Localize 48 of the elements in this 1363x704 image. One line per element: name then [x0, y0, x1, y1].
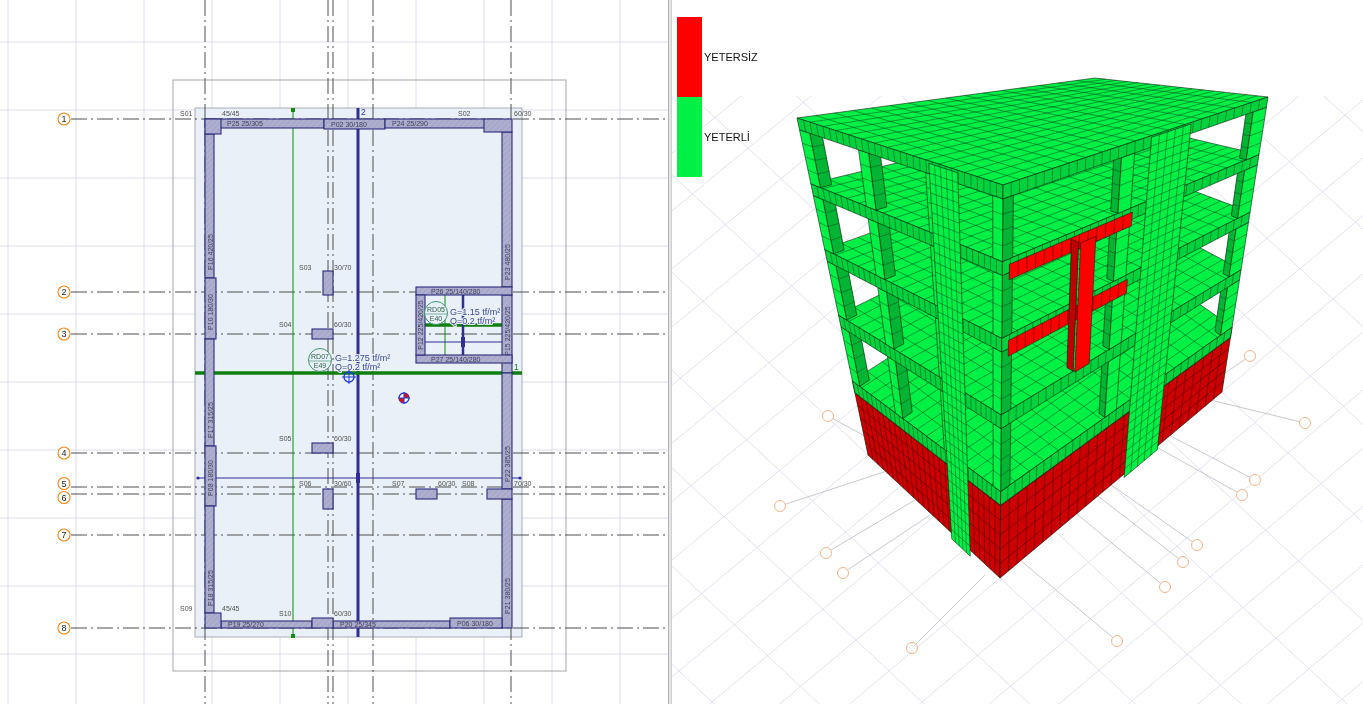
axis-bubble-icon — [1244, 350, 1256, 362]
column — [867, 218, 896, 280]
axis-bubble-icon — [1159, 581, 1171, 593]
column — [992, 270, 1013, 339]
column — [483, 118, 513, 133]
legend-label: YETERLİ — [704, 131, 750, 143]
column — [204, 118, 222, 135]
axis-bubble: 4 — [57, 446, 71, 460]
pane-splitter[interactable] — [668, 0, 672, 704]
column — [311, 442, 334, 454]
axis-bubble-icon — [1236, 489, 1248, 501]
axis-bubble-icon — [837, 567, 849, 579]
axis-bubble: 8 — [57, 621, 71, 635]
axis-bubble-icon — [774, 500, 786, 512]
column — [799, 129, 832, 188]
axis-bubble-icon — [820, 547, 832, 559]
axis-bubble: 6 — [57, 490, 71, 505]
axis-bubble: 5 — [57, 476, 71, 491]
axis-bubble-icon — [906, 642, 918, 654]
column — [415, 488, 438, 500]
axis-bubble-icon — [1177, 556, 1189, 568]
column — [204, 612, 222, 629]
axis-bubble: 7 — [57, 528, 71, 542]
axis-bubble-icon — [1191, 539, 1203, 551]
column — [992, 422, 1011, 492]
column — [322, 270, 334, 296]
axis-bubble-icon — [1299, 417, 1311, 429]
column — [992, 346, 1012, 416]
beam-label: 2 — [361, 107, 366, 117]
column — [311, 328, 334, 340]
column — [486, 488, 513, 500]
axis-bubble-icon — [1249, 474, 1261, 486]
legend-label: YETERSİZ — [704, 51, 758, 63]
column — [992, 194, 1014, 262]
axis-bubble: 3 — [57, 327, 71, 341]
column — [877, 287, 905, 350]
beam-label: 1 — [514, 362, 519, 372]
column — [322, 488, 334, 510]
column — [311, 617, 334, 629]
axis-bubble-icon — [1111, 635, 1123, 647]
axis-bubble: 1 — [57, 112, 71, 126]
quartered-circle-icon — [397, 391, 411, 405]
axis-bubble-icon — [822, 410, 834, 422]
column — [1110, 152, 1135, 214]
column — [1231, 164, 1258, 219]
axis-bubble: 2 — [57, 285, 71, 299]
column — [1239, 107, 1267, 161]
column — [858, 149, 888, 211]
